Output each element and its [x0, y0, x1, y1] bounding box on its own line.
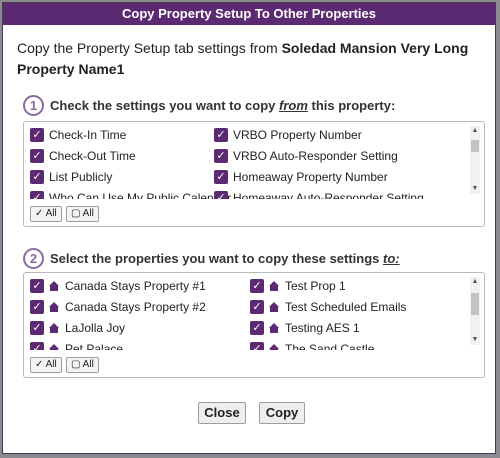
- property-item-canada-stays-1[interactable]: ✓ Canada Stays Property #1: [30, 279, 206, 293]
- checkmark-icon[interactable]: ✓: [250, 279, 264, 293]
- house-icon: [49, 344, 59, 350]
- copy-setup-dialog: Copy Property Setup To Other Properties …: [2, 2, 496, 454]
- house-icon: [49, 281, 59, 291]
- checkmark-icon[interactable]: ✓: [30, 128, 44, 142]
- checkmark-icon[interactable]: ✓: [30, 321, 44, 335]
- property-item-test-scheduled-emails[interactable]: ✓ Test Scheduled Emails: [250, 300, 406, 314]
- setting-item-check-in-time[interactable]: ✓ Check-In Time: [30, 128, 126, 142]
- scroll-thumb[interactable]: [471, 140, 479, 152]
- settings-uncheck-all-button[interactable]: ▢ All: [66, 206, 99, 222]
- step1-label: Check the settings you want to copy from…: [50, 98, 396, 113]
- setting-item-homeaway-auto-responder[interactable]: ✓ Homeaway Auto-Responder Setting: [214, 191, 424, 199]
- scroll-thumb[interactable]: [471, 293, 479, 315]
- checkmark-icon[interactable]: ✓: [250, 321, 264, 335]
- checkmark-icon[interactable]: ✓: [250, 342, 264, 350]
- settings-scrollbar[interactable]: ▲ ▼: [470, 126, 480, 194]
- checkmark-icon[interactable]: ✓: [214, 191, 228, 199]
- scroll-up-icon[interactable]: ▲: [470, 277, 480, 287]
- checkmark-icon[interactable]: ✓: [250, 300, 264, 314]
- properties-scrollbar[interactable]: ▲ ▼: [470, 277, 480, 345]
- checkmark-icon[interactable]: ✓: [30, 170, 44, 184]
- house-icon: [269, 323, 279, 333]
- checkmark-icon[interactable]: ✓: [30, 279, 44, 293]
- setting-item-vrbo-auto-responder[interactable]: ✓ VRBO Auto-Responder Setting: [214, 149, 398, 163]
- settings-check-all-button[interactable]: ✓ All: [30, 206, 62, 222]
- setting-item-public-calendar[interactable]: ✓ Who Can Use My Public Calendar: [30, 191, 231, 199]
- checkmark-icon[interactable]: ✓: [214, 170, 228, 184]
- property-item-lajolla-joy[interactable]: ✓ LaJolla Joy: [30, 321, 125, 335]
- property-item-canada-stays-2[interactable]: ✓ Canada Stays Property #2: [30, 300, 206, 314]
- dialog-title: Copy Property Setup To Other Properties: [3, 3, 495, 25]
- property-item-testing-aes-1[interactable]: ✓ Testing AES 1: [250, 321, 360, 335]
- step1-heading: 1 Check the settings you want to copy fr…: [23, 95, 395, 116]
- step2-label: Select the properties you want to copy t…: [50, 251, 400, 266]
- scroll-up-icon[interactable]: ▲: [470, 126, 480, 136]
- close-button[interactable]: Close: [198, 402, 246, 424]
- properties-check-all-button[interactable]: ✓ All: [30, 357, 62, 373]
- house-icon: [49, 323, 59, 333]
- step2-heading: 2 Select the properties you want to copy…: [23, 248, 400, 269]
- checkmark-icon[interactable]: ✓: [30, 300, 44, 314]
- property-item-pet-palace[interactable]: ✓ Pet Palace: [30, 342, 123, 350]
- dialog-intro: Copy the Property Setup tab settings fro…: [17, 38, 477, 80]
- copy-button[interactable]: Copy: [259, 402, 305, 424]
- house-icon: [269, 302, 279, 312]
- checkmark-icon[interactable]: ✓: [30, 191, 44, 199]
- settings-list[interactable]: ✓ Check-In Time ✓ VRBO Property Number ✓ Ch…: [30, 124, 470, 199]
- property-item-sand-castle[interactable]: ✓ The Sand Castle: [250, 342, 374, 350]
- checkmark-icon[interactable]: ✓: [214, 149, 228, 163]
- checkmark-icon[interactable]: ✓: [214, 128, 228, 142]
- step2-number-icon: 2: [23, 248, 44, 269]
- setting-item-list-publicly[interactable]: ✓ List Publicly: [30, 170, 112, 184]
- house-icon: [269, 281, 279, 291]
- settings-panel: ✓ Check-In Time ✓ VRBO Property Number ✓ Ch…: [23, 121, 485, 227]
- setting-item-check-out-time[interactable]: ✓ Check-Out Time: [30, 149, 136, 163]
- setting-item-vrbo-property-number[interactable]: ✓ VRBO Property Number: [214, 128, 362, 142]
- step1-number-icon: 1: [23, 95, 44, 116]
- properties-panel: ✓ Canada Stays Property #1 ✓ Test Prop 1 ✓…: [23, 272, 485, 378]
- scroll-down-icon[interactable]: ▼: [470, 184, 480, 194]
- intro-text: Copy the Property Setup tab settings fro…: [17, 40, 282, 56]
- house-icon: [269, 344, 279, 350]
- property-item-test-prop-1[interactable]: ✓ Test Prop 1: [250, 279, 346, 293]
- house-icon: [49, 302, 59, 312]
- checkmark-icon[interactable]: ✓: [30, 149, 44, 163]
- properties-list[interactable]: ✓ Canada Stays Property #1 ✓ Test Prop 1 ✓…: [30, 275, 470, 350]
- checkmark-icon[interactable]: ✓: [30, 342, 44, 350]
- scroll-down-icon[interactable]: ▼: [470, 335, 480, 345]
- properties-uncheck-all-button[interactable]: ▢ All: [66, 357, 99, 373]
- setting-item-homeaway-property-number[interactable]: ✓ Homeaway Property Number: [214, 170, 388, 184]
